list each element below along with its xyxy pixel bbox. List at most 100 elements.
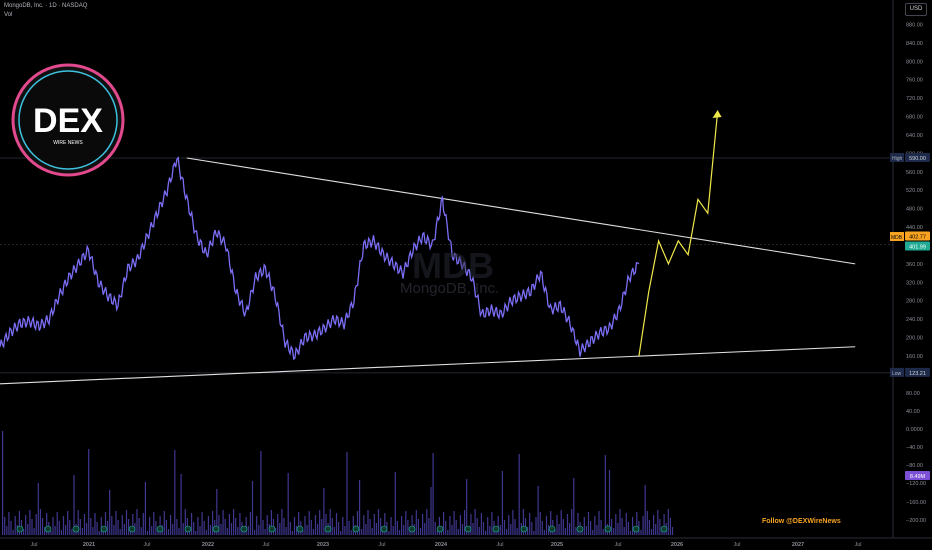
volume-bar: [285, 527, 287, 535]
volume-bar: [419, 528, 422, 535]
price-tick-label: 280.00: [906, 299, 923, 305]
volume-bar: [566, 514, 569, 535]
volume-bar: [277, 514, 279, 535]
volume-bar: [608, 470, 611, 535]
volume-bar: [266, 515, 268, 535]
volume-bar: [625, 513, 627, 535]
volume-bar: [262, 520, 264, 535]
volume-bar: [335, 513, 338, 535]
high-value: 590.00: [909, 156, 926, 162]
volume-bar: [237, 527, 239, 535]
follow-text[interactable]: Follow @DEXWireNews: [762, 518, 841, 525]
volume-bar: [365, 524, 367, 535]
projection-arrow-icon: [712, 109, 722, 118]
volume-bar: [380, 518, 382, 535]
volume-tick-label: 80.00: [906, 391, 920, 397]
volume-bar: [604, 455, 606, 535]
currency-button[interactable]: USD: [905, 3, 927, 16]
volume-bar: [35, 514, 37, 535]
volume-tick-label: −120.00: [906, 481, 926, 487]
volume-bar: [226, 528, 228, 535]
volume-bar: [291, 531, 293, 535]
volume-bar: [569, 523, 571, 535]
earnings-marker-icon: [548, 525, 556, 533]
volume-bar: [312, 529, 314, 535]
volume-bar: [264, 529, 266, 535]
volume-bar: [629, 531, 632, 535]
volume-bar: [115, 511, 117, 535]
earnings-marker-icon: [492, 525, 500, 533]
volume-bar: [613, 528, 615, 535]
volume-bar: [212, 511, 214, 535]
volume-bar: [254, 530, 256, 535]
price-tick-label: 680.00: [906, 115, 923, 121]
trendline-lower: [0, 346, 856, 385]
time-tick-label: Jul: [854, 542, 861, 548]
volume-bar: [69, 520, 71, 535]
volume-bar: [83, 514, 86, 535]
price-tick-label: 160.00: [906, 354, 923, 360]
volume-bar: [323, 488, 325, 535]
volume-bar: [573, 478, 575, 535]
volume-bar: [86, 523, 88, 535]
earnings-marker-icon: [576, 525, 584, 533]
volume-bar: [499, 525, 501, 535]
volume-bar: [371, 528, 373, 535]
volume-bar: [659, 519, 661, 535]
volume-tick-label: 0.0000: [906, 427, 923, 433]
volume-bar: [62, 516, 65, 535]
volume-bar: [308, 511, 310, 535]
volume-bar: [447, 530, 449, 535]
volume-bar: [29, 510, 31, 535]
volume-bar: [642, 516, 644, 535]
volume-bar: [321, 519, 323, 535]
volume-bar: [445, 521, 447, 535]
volume-bar: [598, 511, 600, 535]
volume-tick-label: −200.00: [906, 518, 926, 524]
earnings-marker-icon: [100, 525, 108, 533]
volume-bar: [575, 527, 577, 535]
time-tick-label: Jul: [143, 542, 150, 548]
price-tick-label: 200.00: [906, 336, 923, 342]
volume-bar: [258, 525, 260, 535]
volume-bar: [182, 523, 184, 535]
volume-bar: [125, 510, 128, 535]
price-tick-label: 760.00: [906, 78, 923, 84]
earnings-marker-icon: [296, 525, 304, 533]
volume-bar: [485, 531, 487, 535]
volume-bar: [33, 528, 35, 535]
volume-bar: [111, 516, 113, 535]
volume-bar: [619, 509, 621, 535]
volume-bar: [4, 517, 6, 535]
volume-bar: [293, 517, 296, 535]
volume-bar: [667, 509, 669, 535]
volume-bar: [650, 529, 653, 535]
volume-bar: [640, 530, 642, 535]
volume-bar: [2, 431, 4, 535]
volume-bar: [79, 519, 81, 535]
volume-bar: [451, 525, 453, 535]
volume-bar: [350, 530, 352, 535]
volume-bar: [163, 511, 165, 535]
volume-bar: [375, 523, 377, 535]
volume-bar: [205, 530, 207, 535]
time-tick-label: 2021: [83, 542, 95, 548]
volume-bar: [476, 518, 478, 535]
volume-label: Vol: [4, 12, 13, 18]
volume-bar: [117, 520, 119, 535]
volume-bar: [632, 517, 634, 535]
volume-bar: [369, 519, 371, 535]
volume-bar: [136, 509, 138, 535]
volume-bar: [394, 472, 396, 535]
volume-bar: [653, 515, 655, 535]
volume-bar: [600, 520, 602, 535]
volume-bar: [627, 522, 629, 535]
volume-bar: [363, 515, 365, 535]
volume-bar: [539, 512, 541, 535]
volume-bar: [8, 512, 10, 535]
volume-bar: [340, 531, 342, 535]
volume-bar: [342, 517, 344, 535]
price-tick-label: 840.00: [906, 41, 923, 47]
price-tick-label: 880.00: [906, 22, 923, 28]
earnings-marker-icon: [128, 525, 136, 533]
